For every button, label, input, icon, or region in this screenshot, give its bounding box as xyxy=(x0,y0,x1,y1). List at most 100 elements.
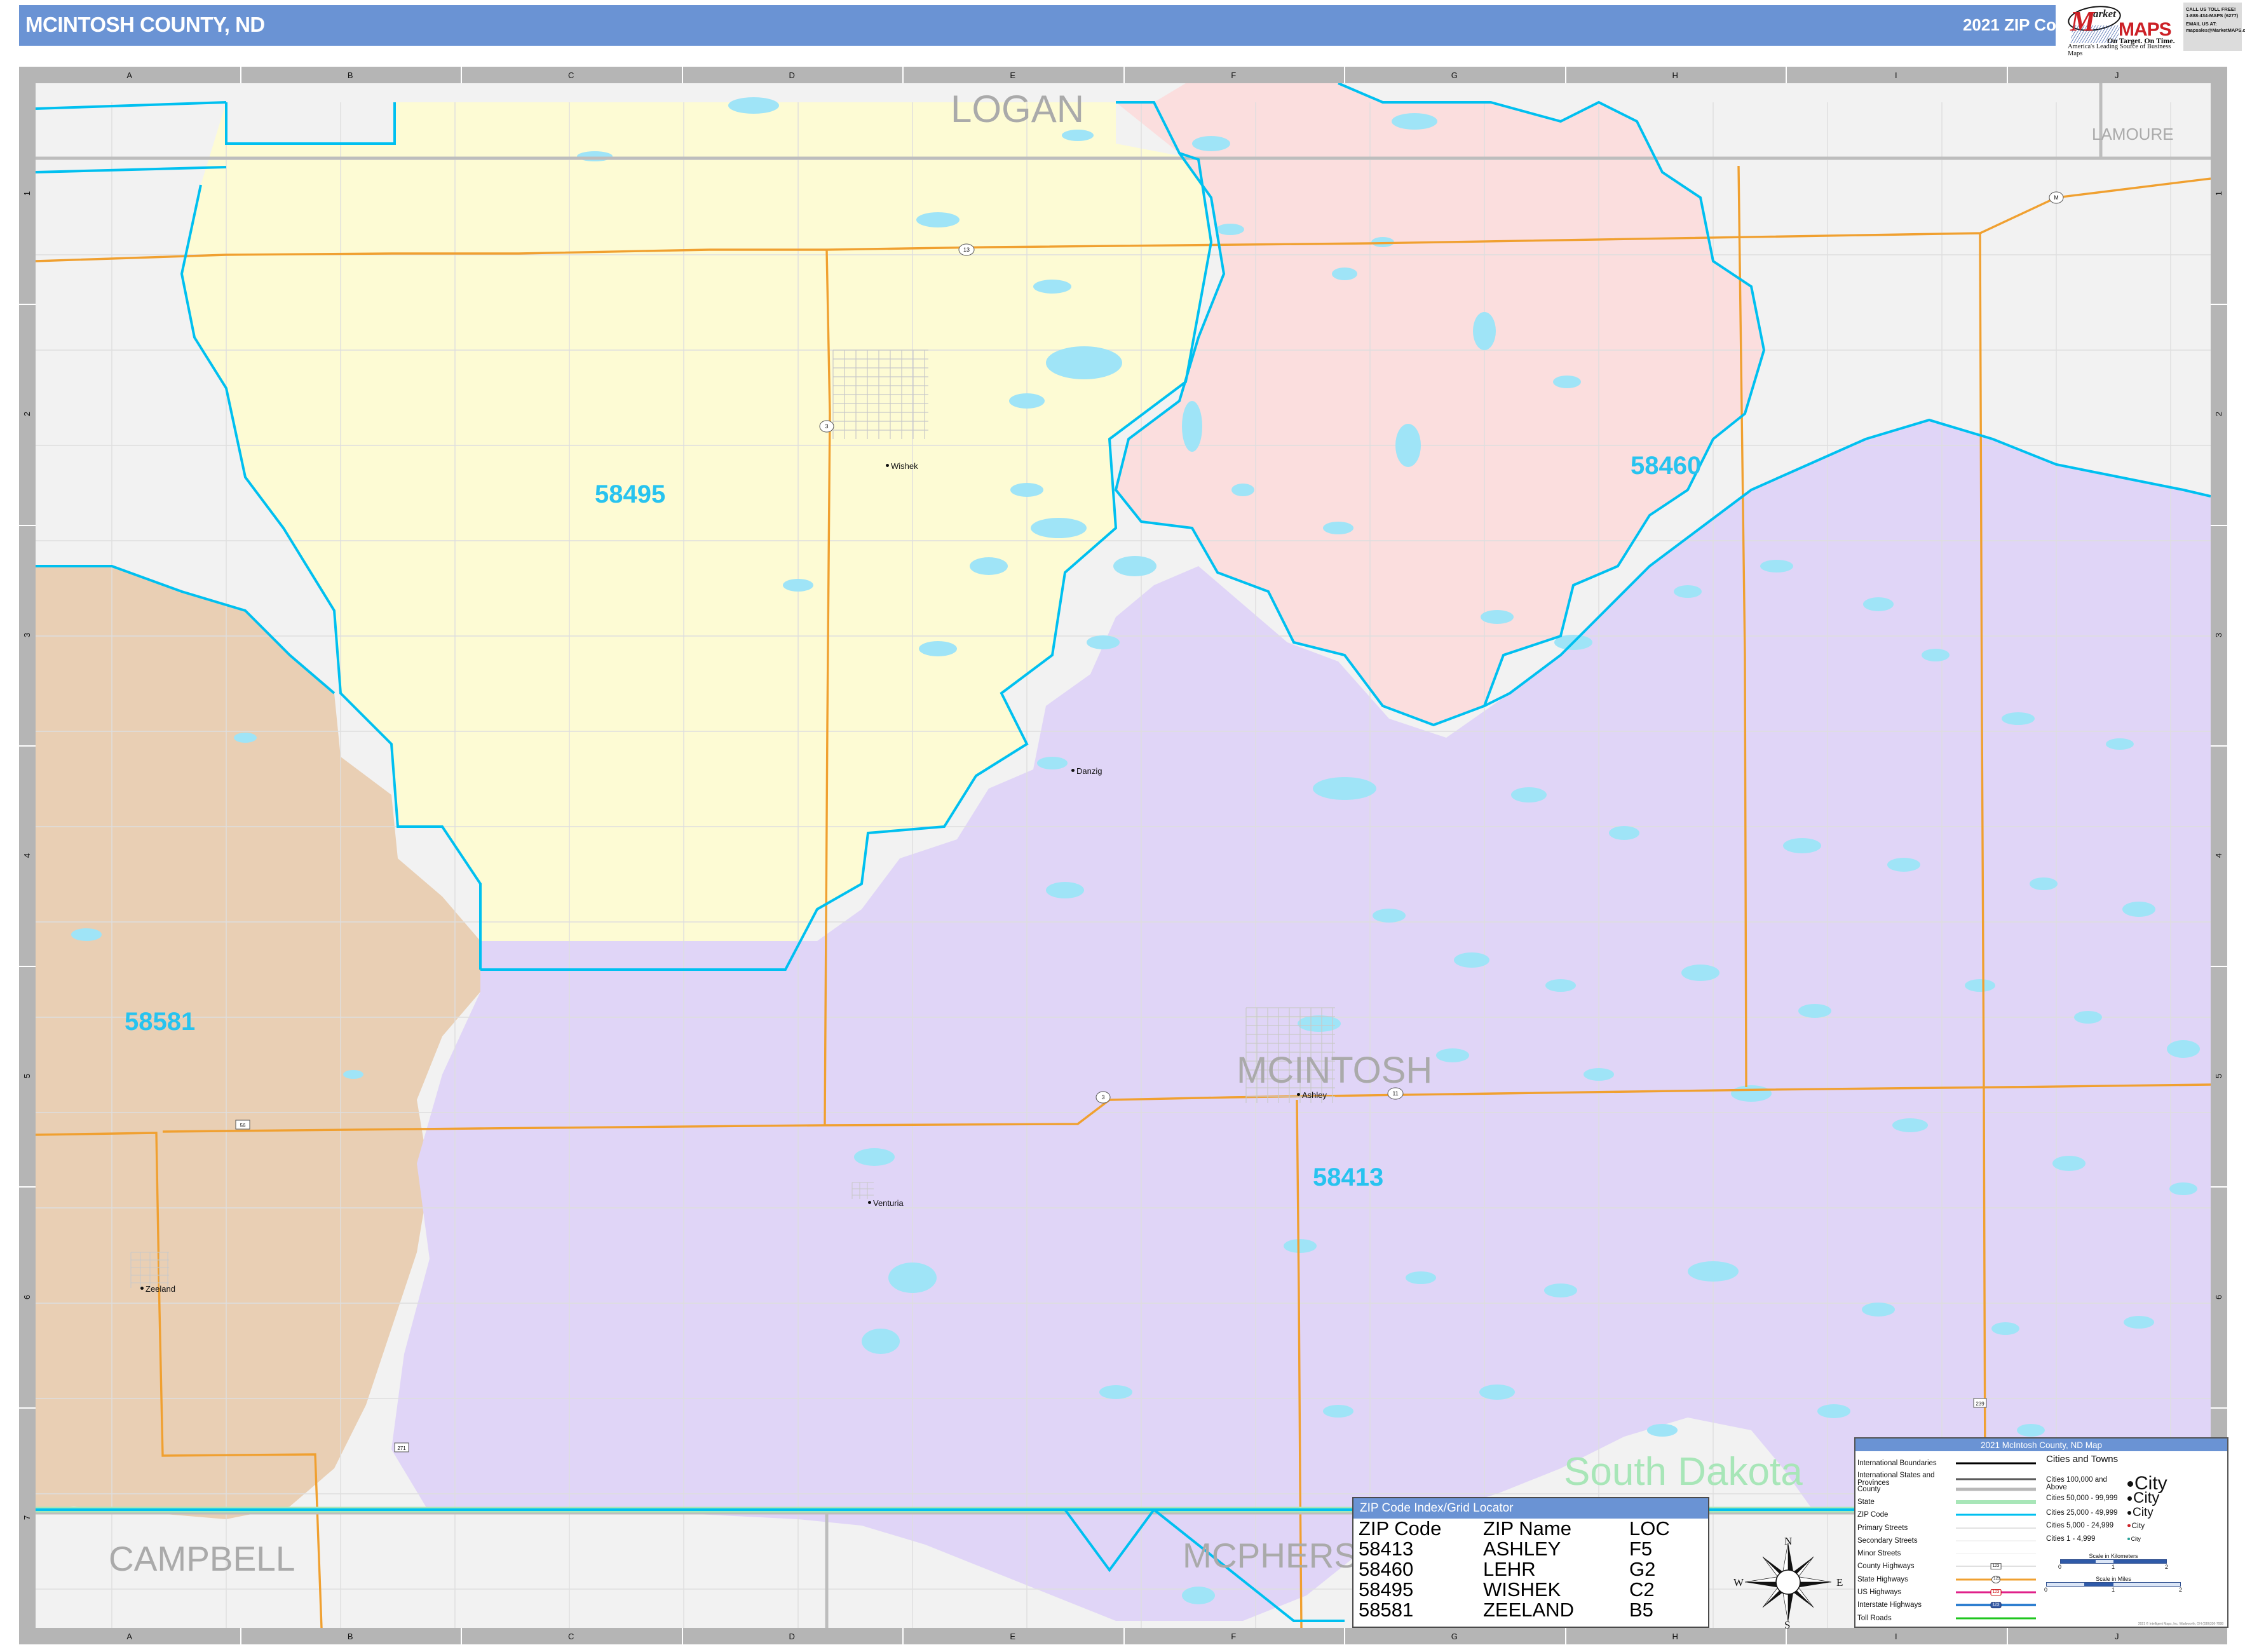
grid-tick xyxy=(902,67,904,83)
svg-text:56: 56 xyxy=(240,1123,246,1128)
logo-market-text: arket xyxy=(2093,8,2116,20)
map-canvas[interactable]: 3 13 3 11 56 271 239 M LOGAN LAMOURE MCINT… xyxy=(36,83,2211,1628)
grid-tick xyxy=(1564,67,1566,83)
legend-city-row-2: Cities 25,000 - 49,999 City xyxy=(2046,1506,2153,1520)
legend-row-toll-roads: Toll Roads xyxy=(1857,1614,2036,1623)
grid-tick xyxy=(19,966,36,968)
legend-highway-shield-icon: 123 xyxy=(1990,1589,2002,1595)
grid-tick xyxy=(1123,1628,1125,1644)
city-dot-venturia xyxy=(868,1201,871,1204)
scale-bar-kilometers: Scale in Kilometers 0 1 2 xyxy=(2058,1553,2168,1571)
legend-label: ZIP Code xyxy=(1857,1511,1889,1519)
legend-city-sample-wrap: City xyxy=(2127,1536,2141,1542)
scale-bar-fill-2 xyxy=(2084,1583,2113,1586)
zip-label-58495[interactable]: 58495 xyxy=(595,480,665,509)
legend-city-sample-text: City xyxy=(2133,1489,2160,1506)
legend-title: 2021 McIntosh County, ND Map xyxy=(1855,1439,2227,1451)
grid-row-label-6: 6 xyxy=(22,1294,32,1299)
compass-east-label: E xyxy=(1836,1576,1843,1588)
logo-email-label: EMAIL US AT: xyxy=(2186,21,2217,27)
grid-col-label-I: I xyxy=(1894,70,1897,80)
compass-north-label: N xyxy=(1784,1535,1793,1547)
table-row[interactable]: 58581 ZEELAND B5 xyxy=(1353,1599,1708,1620)
scale-bar-tick-label: 0 xyxy=(2044,1587,2048,1593)
table-row[interactable]: 58413 ASHLEY F5 xyxy=(1353,1537,1708,1560)
grid-col-label-E: E xyxy=(1010,70,1016,80)
table-row[interactable]: 58495 WISHEK C2 xyxy=(1353,1579,1708,1600)
logo-email-address: mapsales@MarketMAPS.com xyxy=(2186,27,2245,34)
legend-label: Minor Streets xyxy=(1857,1550,1901,1558)
map-legend-panel[interactable]: 2021 McIntosh County, ND Map Internation… xyxy=(1854,1437,2228,1628)
compass-west-label: W xyxy=(1733,1576,1744,1588)
city-name-zeeland: Zeeland xyxy=(146,1284,175,1294)
logo-wordmark: M arket MAPS On Target. On Time. America… xyxy=(2065,3,2183,57)
legend-row-county-highways: County Highways 123 xyxy=(1857,1562,2036,1571)
grid-col-label-J: J xyxy=(2115,1631,2119,1641)
zip-index-cell-code: 58413 xyxy=(1359,1537,1414,1560)
legend-swatch: 123 xyxy=(1956,1575,2036,1584)
grid-row-label-4: 4 xyxy=(22,853,32,858)
scale-bar-track xyxy=(2046,1582,2181,1587)
grid-tick xyxy=(2006,67,2008,83)
page-title: MCINTOSH COUNTY, ND xyxy=(25,13,265,36)
legend-line-sample xyxy=(1956,1478,2036,1480)
legend-label: Primary Streets xyxy=(1857,1524,1908,1532)
legend-label: County xyxy=(1857,1485,1881,1493)
grid-ruler-left: 1 2 3 4 5 6 7 xyxy=(19,83,36,1628)
zip-label-58413[interactable]: 58413 xyxy=(1313,1163,1383,1192)
legend-city-row-1: Cities 50,000 - 99,999 City xyxy=(2046,1489,2159,1507)
grid-col-label-F: F xyxy=(1231,70,1237,80)
grid-tick xyxy=(19,1407,36,1409)
grid-row-label-2: 2 xyxy=(2214,412,2224,417)
zip-index-cell-name: ASHLEY xyxy=(1483,1537,1561,1560)
grid-tick xyxy=(2211,524,2227,526)
legend-swatch xyxy=(1956,1475,2036,1484)
grid-col-label-A: A xyxy=(126,70,133,80)
legend-highway-shield-icon: 123 xyxy=(1990,1602,2002,1609)
grid-col-label-G: G xyxy=(1451,1631,1458,1641)
legend-city-label: Cities 25,000 - 49,999 xyxy=(2046,1509,2118,1517)
grid-tick xyxy=(19,1186,36,1188)
svg-text:271: 271 xyxy=(397,1446,406,1451)
table-row[interactable]: 58460 LEHR G2 xyxy=(1353,1559,1708,1580)
legend-row-international-boundaries: International Boundaries xyxy=(1857,1459,2036,1468)
legend-city-sample-text: City xyxy=(2131,1521,2145,1530)
zip-label-58460[interactable]: 58460 xyxy=(1631,452,1701,480)
legend-swatch: 123 xyxy=(1956,1562,2036,1571)
legend-row-state-highways: State Highways 123 xyxy=(1857,1575,2036,1584)
city-dot-zeeland xyxy=(140,1287,144,1290)
legend-swatch xyxy=(1956,1459,2036,1468)
grid-tick xyxy=(19,524,36,526)
scale-bar-ticks: 0 1 2 xyxy=(2044,1587,2183,1594)
grid-row-label-6: 6 xyxy=(2214,1294,2224,1299)
legend-swatch xyxy=(1956,1549,2036,1558)
zip-index-panel[interactable]: ZIP Code Index/Grid Locator ZIP Code ZIP… xyxy=(1352,1497,1709,1628)
zip-index-cell-name: LEHR xyxy=(1483,1557,1536,1580)
legend-label: US Highways xyxy=(1857,1588,1902,1596)
scale-bar-ticks: 0 1 2 xyxy=(2058,1564,2168,1571)
grid-tick xyxy=(2006,1628,2008,1644)
legend-city-sample-wrap: City xyxy=(2127,1506,2153,1520)
grid-tick xyxy=(1786,67,1787,83)
grid-row-label-1: 1 xyxy=(2214,191,2224,196)
legend-swatch xyxy=(1956,1498,2036,1506)
scale-bar-title: Scale in Miles xyxy=(2096,1576,2131,1582)
legend-line-sample xyxy=(1956,1617,2036,1620)
legend-swatch: 123 xyxy=(1956,1601,2036,1609)
svg-text:3: 3 xyxy=(1101,1094,1104,1100)
legend-highway-shield-icon: 123 xyxy=(1990,1563,2002,1570)
legend-swatch: 123 xyxy=(1956,1588,2036,1597)
grid-tick xyxy=(19,304,36,306)
legend-swatch xyxy=(1956,1524,2036,1533)
legend-row-minor-streets: Minor Streets xyxy=(1857,1549,2036,1558)
grid-col-label-G: G xyxy=(1451,70,1458,80)
legend-swatch xyxy=(1956,1614,2036,1623)
grid-tick xyxy=(2211,1186,2227,1188)
zip-label-58581[interactable]: 58581 xyxy=(125,1008,195,1036)
grid-col-label-J: J xyxy=(2115,70,2119,80)
grid-tick xyxy=(240,67,241,83)
legend-copyright: 2021 © Intelligent Maps, Inc. Wadsworth,… xyxy=(2138,1622,2223,1626)
grid-row-label-3: 3 xyxy=(2214,632,2224,637)
scale-bar-tick-label: 2 xyxy=(2179,1587,2183,1593)
grid-row-label-3: 3 xyxy=(22,632,32,637)
